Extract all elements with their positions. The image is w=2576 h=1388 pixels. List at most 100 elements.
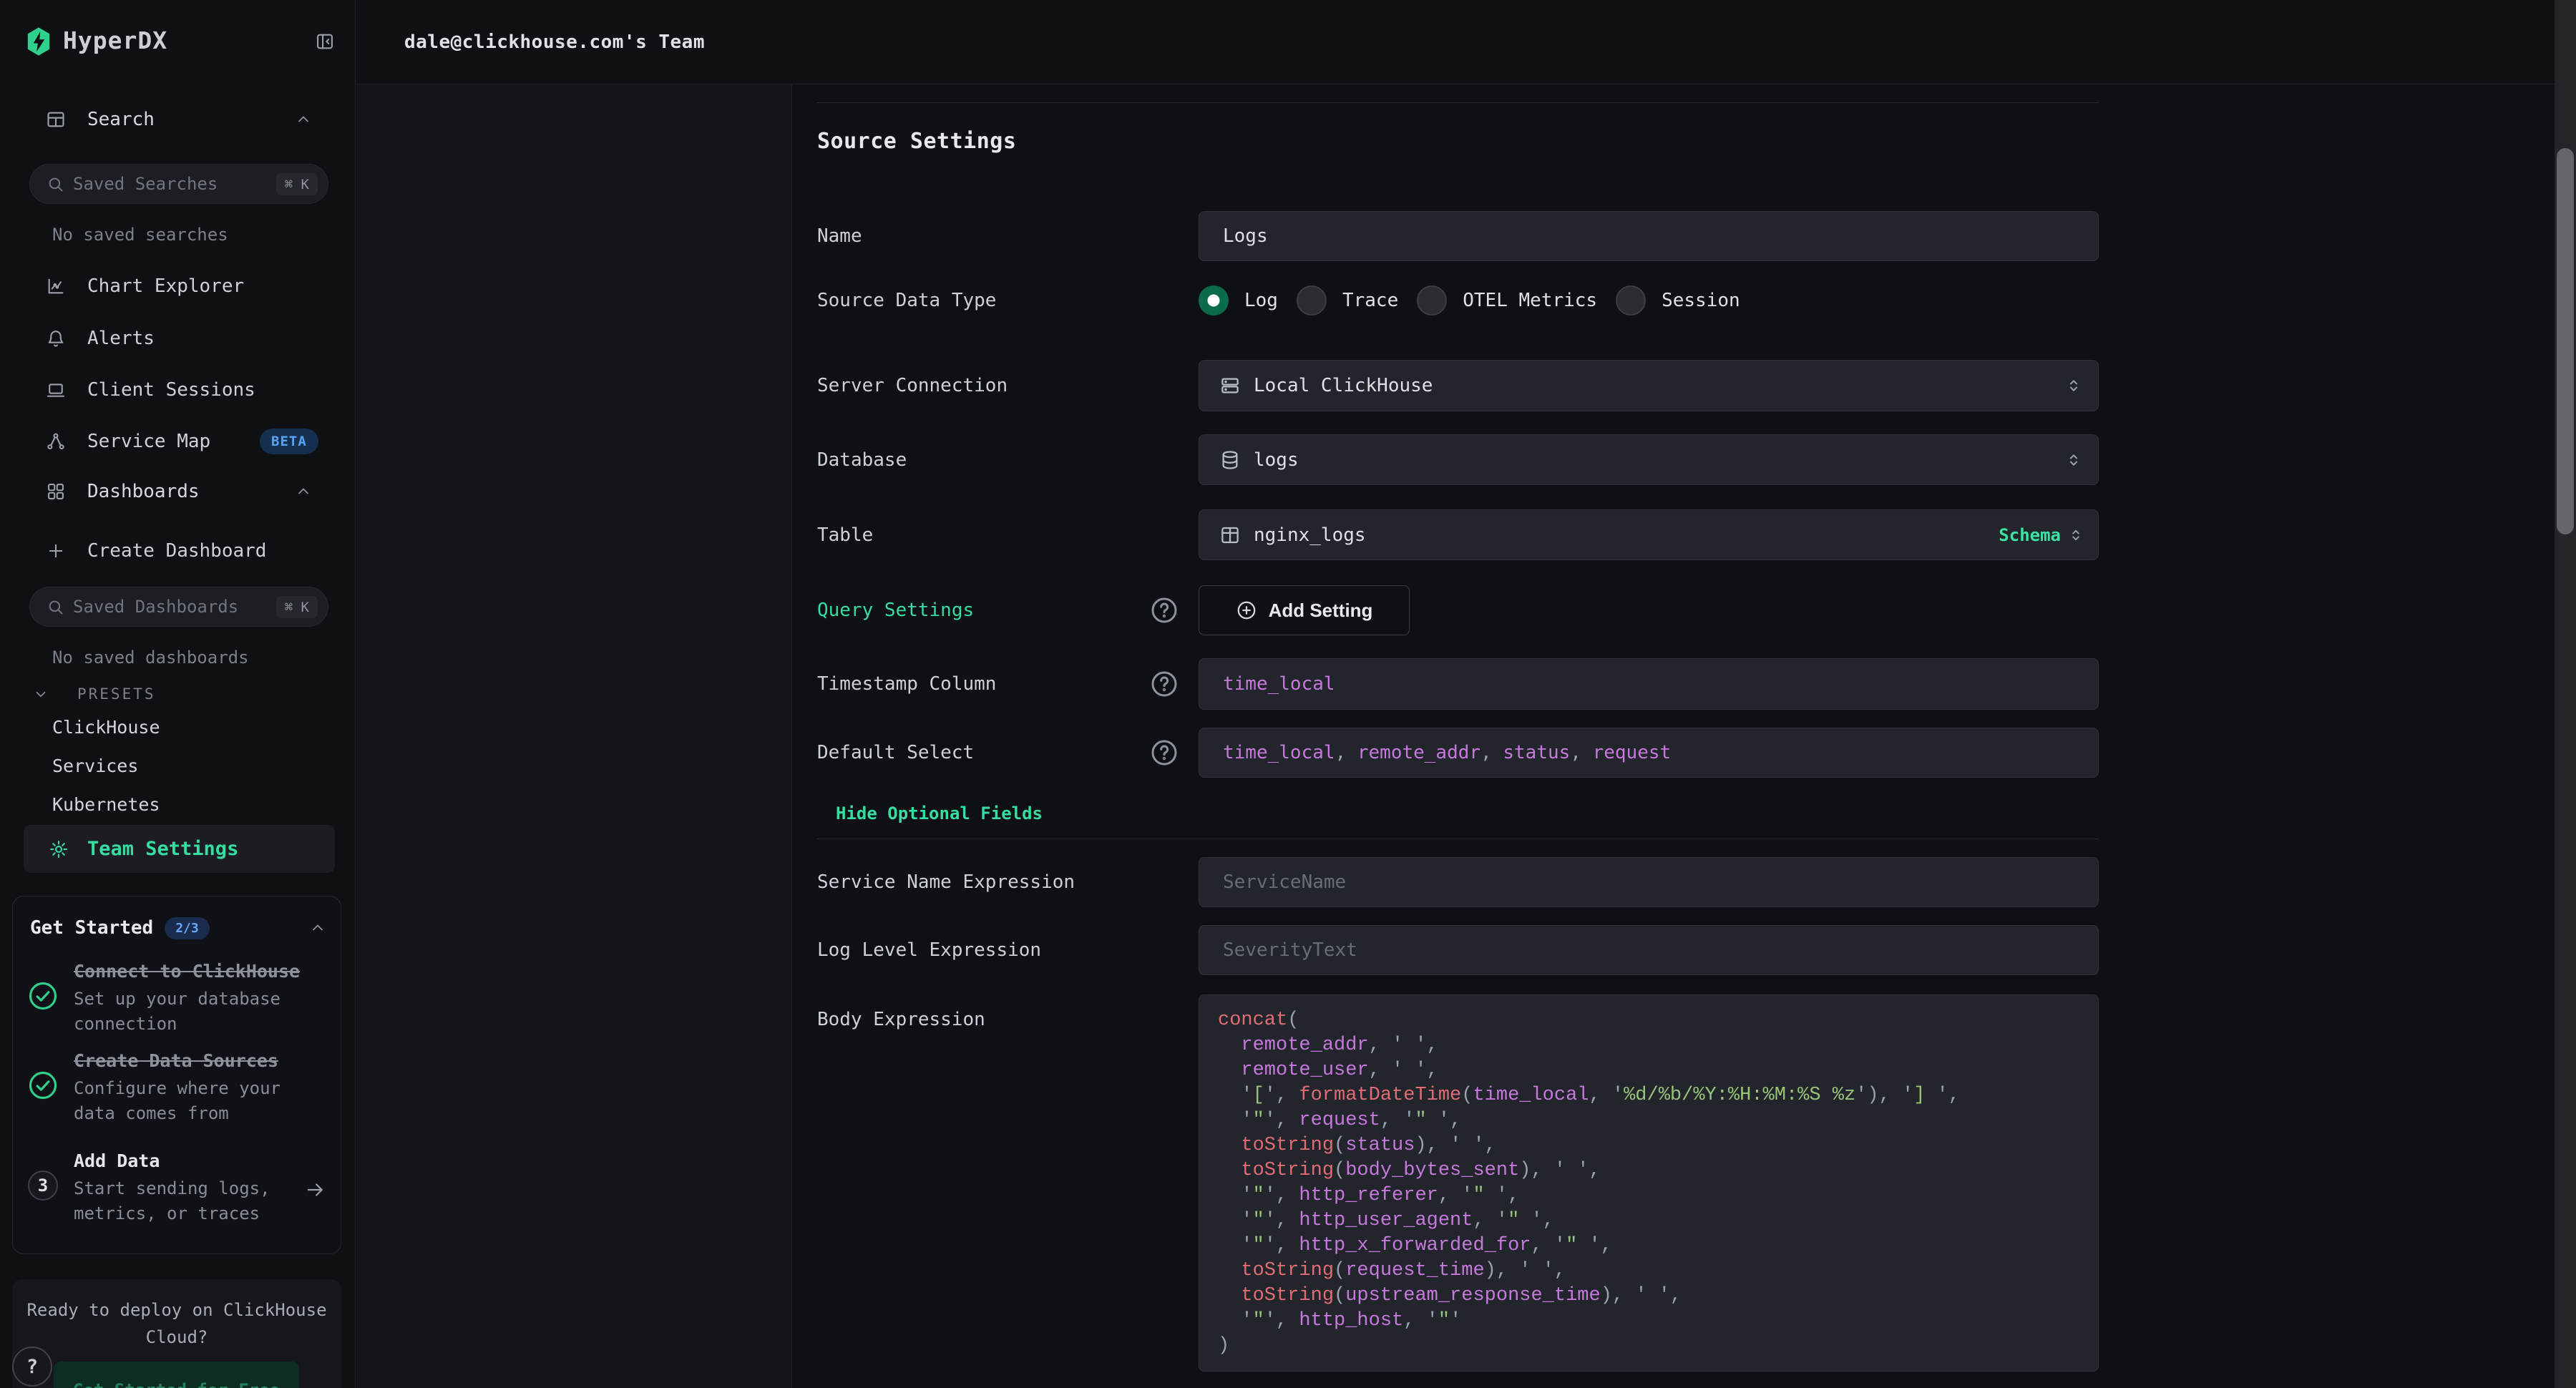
default-select-label: Default Select (817, 728, 1197, 778)
scrollbar-thumb[interactable] (2557, 148, 2574, 534)
form-row-source-data-type: Source Data Type Log Trace OTEL Metrics … (817, 275, 2099, 326)
plus-circle-icon (1236, 600, 1257, 621)
name-input[interactable]: Logs (1199, 211, 2099, 261)
schema-link[interactable]: Schema (1999, 525, 2061, 545)
get-started-title: Get Started (30, 917, 153, 939)
sidebar-preset-services[interactable]: Services (0, 746, 356, 785)
sidebar-item-label: Search (87, 109, 155, 130)
select-chevrons-icon (2064, 450, 2084, 470)
bell-icon (46, 328, 66, 348)
get-started-step-create-data-sources[interactable]: Create Data Sources Configure where your… (13, 1042, 342, 1135)
server-connection-label: Server Connection (817, 360, 1197, 411)
laptop-icon (46, 380, 66, 400)
chevron-down-icon (33, 686, 49, 702)
radio-circle[interactable] (1616, 285, 1646, 316)
get-started-step-connect-to-clickhouse[interactable]: Connect to ClickHouse Set up your databa… (13, 952, 342, 1045)
query-settings-label: Query Settings (817, 585, 1197, 635)
chevron-up-icon (295, 111, 312, 128)
database-select[interactable]: logs (1199, 434, 2099, 485)
sidebar-note-no-saved-dashboards: No saved dashboards (0, 645, 356, 670)
sidebar-item-label: Services (52, 756, 138, 776)
step-description: Set up your database connection (74, 987, 296, 1037)
sidebar-note-no-saved-searches: No saved searches (0, 222, 356, 248)
content-gutter (356, 84, 791, 1388)
saved-dashboards-input[interactable]: Saved Dashboards ⌘ K (29, 587, 328, 627)
service-name-expression-input[interactable]: ServiceName (1199, 857, 2099, 907)
radio-log[interactable]: Log (1199, 285, 1278, 316)
form-row-table: Table nginx_logs Schema (817, 509, 2099, 560)
form-row-default-select: Default Select time_local, remote_addr, … (817, 728, 2099, 778)
search-icon (46, 175, 65, 194)
step-description: Start sending logs, metrics, or traces (74, 1176, 296, 1226)
promo-text: Ready to deploy on ClickHouse Cloud? (12, 1279, 341, 1351)
help-circle-icon[interactable] (1150, 670, 1179, 698)
sidebar-item-alerts[interactable]: Alerts (0, 313, 356, 364)
radio-circle[interactable] (1297, 285, 1327, 316)
sidebar-search-saved-dashboards[interactable]: Saved Dashboards ⌘ K (0, 587, 356, 627)
timestamp-column-value: time_local (1223, 673, 1335, 695)
radio-session[interactable]: Session (1616, 285, 1740, 316)
sidebar-item-service-map[interactable]: Service MapBETA (0, 416, 356, 467)
name-value: Logs (1223, 225, 1268, 247)
source-data-type-label: Source Data Type (817, 275, 1197, 326)
service-name-expression-label: Service Name Expression (817, 857, 1197, 907)
form-row-database: Database logs (817, 434, 2099, 485)
sidebar-item-label: Team Settings (87, 838, 238, 860)
sidebar-presets-presets[interactable]: PRESETS (0, 681, 356, 707)
get-started-free-button[interactable]: Get Started for Free (54, 1362, 299, 1388)
scrollbar[interactable] (2555, 0, 2576, 1388)
sidebar: HyperDX Search Saved Searches ⌘ K No save… (0, 0, 356, 1388)
sidebar-item-client-sessions[interactable]: Client Sessions (0, 364, 356, 416)
sidebar-item-label: Dashboards (87, 481, 200, 502)
sidebar-header-dashboards[interactable]: Dashboards (0, 466, 356, 517)
logo-row: HyperDX (0, 0, 355, 82)
chart-icon (46, 276, 66, 296)
section-divider (817, 102, 2099, 103)
sidebar-item-chart-explorer[interactable]: Chart Explorer (0, 260, 356, 312)
sidebar-search-saved-searches[interactable]: Saved Searches ⌘ K (0, 164, 356, 204)
sidebar-item-label: Client Sessions (87, 379, 255, 401)
sidebar-header-search[interactable]: Search (0, 94, 356, 145)
sidebar-preset-kubernetes[interactable]: Kubernetes (0, 785, 356, 823)
help-circle-icon[interactable] (1150, 596, 1179, 625)
add-setting-label: Add Setting (1269, 600, 1373, 622)
form-row-timestamp-column: Timestamp Column time_local (817, 658, 2099, 710)
table-input[interactable]: nginx_logs Schema (1199, 509, 2099, 560)
server-connection-value: Local ClickHouse (1254, 375, 1433, 396)
chevron-up-icon[interactable] (309, 919, 326, 937)
body-expression-label: Body Expression (817, 994, 1197, 1372)
body-expression-editor[interactable]: concat( remote_addr, ' ', remote_user, '… (1199, 994, 2099, 1372)
kbd-shortcut: ⌘ K (276, 596, 318, 618)
collapse-sidebar-icon[interactable] (315, 31, 335, 52)
default-select-input[interactable]: time_local, remote_addr, status, request (1199, 728, 2099, 778)
radio-circle[interactable] (1417, 285, 1447, 316)
sidebar-item-label: ClickHouse (52, 717, 160, 738)
step-title: Create Data Sources (74, 1050, 278, 1071)
sidebar-preset-clickhouse[interactable]: ClickHouse (0, 708, 356, 746)
radio-label: Trace (1342, 290, 1398, 311)
radio-trace[interactable]: Trace (1297, 285, 1398, 316)
table-value: nginx_logs (1254, 524, 1366, 546)
sidebar-item-label: PRESETS (77, 685, 156, 703)
help-circle-icon[interactable] (1150, 738, 1179, 767)
nodes-icon (46, 431, 66, 451)
radio-circle[interactable] (1199, 285, 1229, 316)
timestamp-column-label: Timestamp Column (817, 658, 1197, 710)
radio-label: OTEL Metrics (1463, 290, 1597, 311)
sidebar-item-create-dashboard[interactable]: Create Dashboard (0, 525, 356, 577)
add-setting-button[interactable]: Add Setting (1199, 585, 1410, 635)
saved-searches-input[interactable]: Saved Searches ⌘ K (29, 164, 328, 204)
sidebar-item-label: Service Map (87, 431, 210, 452)
check-circle-icon (28, 1070, 58, 1100)
search-icon (46, 597, 65, 617)
sidebar-active-team-settings[interactable]: Team Settings (0, 825, 356, 873)
hide-optional-fields-link[interactable]: Hide Optional Fields (836, 803, 1043, 823)
log-level-placeholder: SeverityText (1223, 939, 1357, 961)
server-connection-select[interactable]: Local ClickHouse (1199, 360, 2099, 411)
timestamp-column-input[interactable]: time_local (1199, 658, 2099, 710)
radio-otel-metrics[interactable]: OTEL Metrics (1417, 285, 1597, 316)
help-button[interactable]: ? (12, 1347, 52, 1387)
log-level-expression-input[interactable]: SeverityText (1199, 925, 2099, 975)
get-started-step-add-data[interactable]: 3Add Data Start sending logs, metrics, o… (13, 1142, 342, 1235)
get-started-header[interactable]: Get Started 2/3 (30, 914, 326, 942)
